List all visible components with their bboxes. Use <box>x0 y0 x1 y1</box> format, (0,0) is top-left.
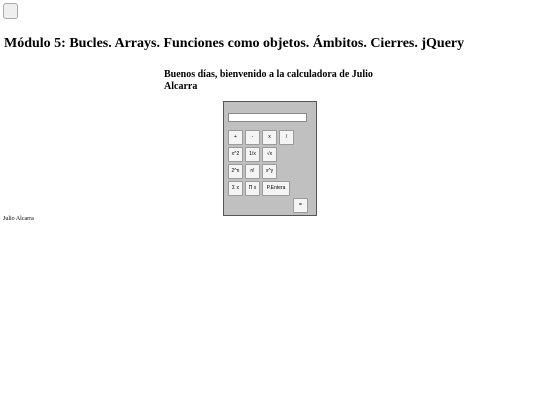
equals-button[interactable]: = <box>293 198 308 213</box>
divide-button[interactable]: / <box>279 130 294 145</box>
factorial-button[interactable]: n! <box>245 164 260 179</box>
product-button[interactable]: Π x <box>245 181 260 196</box>
subtract-button[interactable]: - <box>245 130 260 145</box>
square-button[interactable]: x^2 <box>228 147 243 162</box>
greeting-text: Buenos días, bienvenido a la calculadora… <box>164 69 373 92</box>
page-title: Módulo 5: Bucles. Arrays. Funciones como… <box>4 36 465 51</box>
reciprocal-button[interactable]: 1/x <box>245 147 260 162</box>
sum-button[interactable]: Σ x <box>228 181 243 196</box>
calculator-display[interactable] <box>228 113 307 122</box>
power-button[interactable]: x^y <box>262 164 277 179</box>
integer-part-button[interactable]: P.Entera <box>262 181 290 196</box>
footer-author: Julio Alcarra <box>3 216 34 222</box>
sqrt-button[interactable]: √x <box>262 147 277 162</box>
add-button[interactable]: + <box>228 130 243 145</box>
pow2-button[interactable]: 2^n <box>228 164 243 179</box>
calculator: + - x / x^2 1/x √x 2^n n! x^y Σ x Π x P.… <box>223 101 317 216</box>
top-button[interactable] <box>3 3 18 19</box>
multiply-button[interactable]: x <box>262 130 277 145</box>
